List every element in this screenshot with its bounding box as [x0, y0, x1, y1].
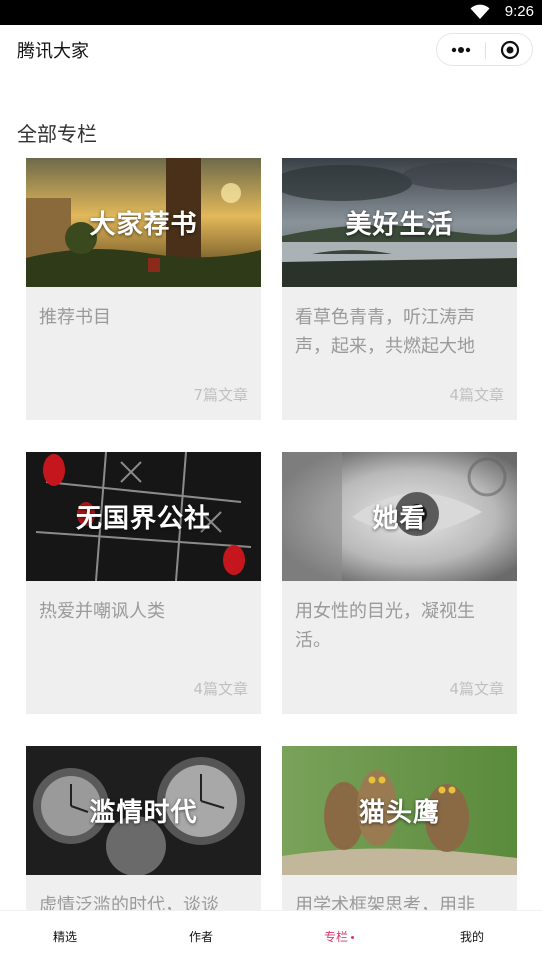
column-description: 热爱并嘲讽人类 [39, 601, 165, 622]
column-title: 美好生活 [345, 210, 454, 240]
article-count: 4篇文章 [449, 680, 504, 698]
column-card[interactable]: 大家荐书 推荐书目 7篇文章 [26, 158, 261, 420]
tab-label: 作者 [189, 930, 214, 944]
column-description: 虚情泛滥的时代，谈谈 [39, 895, 219, 910]
section-title: 全部专栏 [17, 122, 97, 146]
column-card[interactable]: 猫头鹰 用学术框架思考，用非 [282, 746, 517, 910]
app-title: 腾讯大家 [17, 41, 89, 62]
tab-featured[interactable]: 精选 [53, 928, 77, 945]
cover-image: 猫头鹰 [282, 746, 517, 875]
tab-authors[interactable]: 作者 [189, 928, 213, 945]
column-title: 猫头鹰 [358, 798, 440, 828]
article-count: 4篇文章 [449, 386, 504, 404]
status-bar: 9:26 [0, 0, 542, 25]
column-title: 无国界公社 [75, 504, 211, 534]
cover-image: 美好生活 [282, 158, 517, 287]
cover-image: 大家荐书 [26, 158, 261, 287]
column-description: 用女性的目光，凝视生活。 [295, 601, 475, 651]
column-description: 看草色青青，听江涛声声，起来，共燃起大地 [295, 307, 475, 357]
cover-image: 滥情时代 [26, 746, 261, 875]
cover-image: 她看 [282, 452, 517, 581]
more-dots-icon [451, 46, 471, 53]
article-count: 7篇文章 [193, 386, 248, 404]
tab-label: 精选 [53, 930, 78, 944]
column-card[interactable]: 滥情时代 虚情泛滥的时代，谈谈 [26, 746, 261, 910]
nav-bar: 腾讯大家 [0, 25, 542, 73]
column-card[interactable]: 她看 用女性的目光，凝视生活。 4篇文章 [282, 452, 517, 714]
close-button[interactable] [486, 34, 533, 65]
scroll-content[interactable]: 全部专栏 大家荐书 推荐书目 7篇文章 美好生活 看草色青青，听江涛声声，起来，… [0, 73, 542, 910]
tab-label: 我的 [460, 930, 485, 944]
column-title: 她看 [372, 504, 427, 534]
target-close-icon [500, 40, 519, 59]
column-title: 大家荐书 [89, 210, 198, 240]
wifi-icon [470, 4, 490, 19]
active-dot-icon [351, 936, 355, 939]
column-card[interactable]: 美好生活 看草色青青，听江涛声声，起来，共燃起大地 4篇文章 [282, 158, 517, 420]
column-description: 推荐书目 [39, 307, 111, 328]
tab-bar: 精选 作者 专栏 我的 [0, 910, 542, 964]
mini-program-capsule [436, 33, 533, 66]
article-count: 4篇文章 [193, 680, 248, 698]
cover-image: 无国界公社 [26, 452, 261, 581]
status-time: 9:26 [504, 3, 534, 20]
tab-label: 专栏 [324, 930, 349, 944]
column-description: 用学术框架思考，用非 [295, 895, 475, 910]
tab-columns[interactable]: 专栏 [324, 928, 355, 945]
more-button[interactable] [437, 34, 485, 65]
column-card[interactable]: 无国界公社 热爱并嘲讽人类 4篇文章 [26, 452, 261, 714]
tab-mine[interactable]: 我的 [460, 928, 484, 945]
column-title: 滥情时代 [89, 798, 198, 828]
